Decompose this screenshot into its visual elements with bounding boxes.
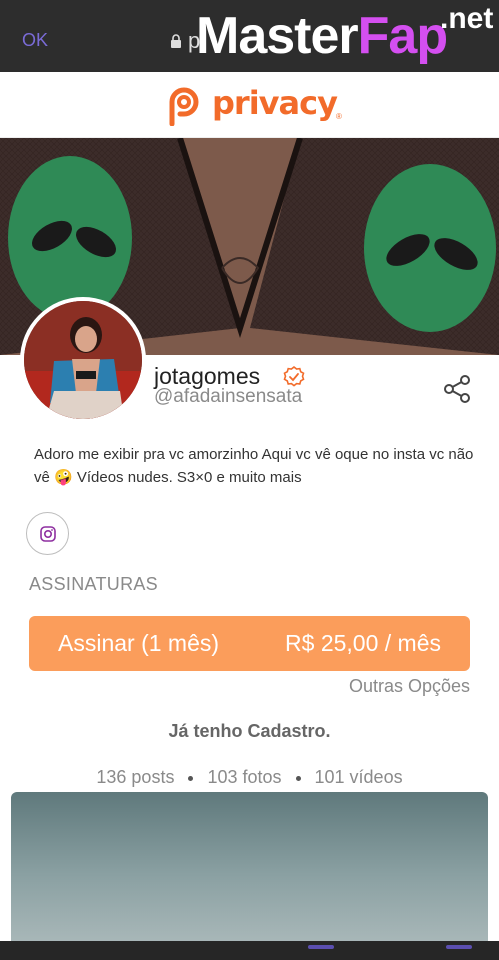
subscribe-button[interactable]: Assinar (1 mês) R$ 25,00 / mês [29, 616, 470, 671]
bottom-toolbar [0, 941, 499, 960]
videos-count[interactable]: 101 vídeos [315, 767, 403, 787]
brand-name[interactable]: privacy [212, 84, 338, 122]
separator-dot [188, 775, 194, 781]
watermark-net: .net [440, 2, 494, 35]
posts-count[interactable]: 136 posts [96, 767, 174, 787]
brand-registered: ® [336, 112, 342, 121]
brand-header: privacy ® [0, 72, 499, 138]
watermark-logo: MasterFap [196, 7, 448, 65]
avatar[interactable] [20, 297, 146, 423]
instagram-icon [40, 526, 56, 542]
subscribe-price-label: R$ 25,00 / mês [285, 630, 441, 656]
lock-icon [171, 34, 181, 48]
share-icon[interactable] [442, 374, 472, 404]
toolbar-indicator[interactable] [446, 945, 472, 949]
separator-dot [295, 775, 301, 781]
toolbar-indicator[interactable] [308, 945, 334, 949]
other-options-link[interactable]: Outras Opções [349, 676, 470, 697]
profile-handle: @afadainsensata [154, 386, 303, 407]
subscriptions-title: ASSINATURAS [29, 574, 158, 594]
verified-badge-icon [283, 366, 305, 387]
subscribe-plan-label: Assinar (1 mês) [58, 630, 220, 656]
privacy-logo-icon [169, 87, 199, 126]
have-account-link[interactable]: Já tenho Cadastro. [0, 721, 499, 742]
profile-stats: 136 posts 103 fotos 101 vídeos [0, 767, 499, 788]
instagram-link-button[interactable] [26, 512, 69, 555]
post-preview-image[interactable] [11, 792, 488, 942]
ok-button[interactable]: OK [22, 30, 48, 51]
browser-bar: OK p MasterFap .net [0, 0, 499, 72]
photos-count[interactable]: 103 fotos [207, 767, 281, 787]
avatar-photo [24, 301, 142, 419]
profile-bio: Adoro me exibir pra vc amorzinho Aqui vc… [34, 446, 474, 486]
